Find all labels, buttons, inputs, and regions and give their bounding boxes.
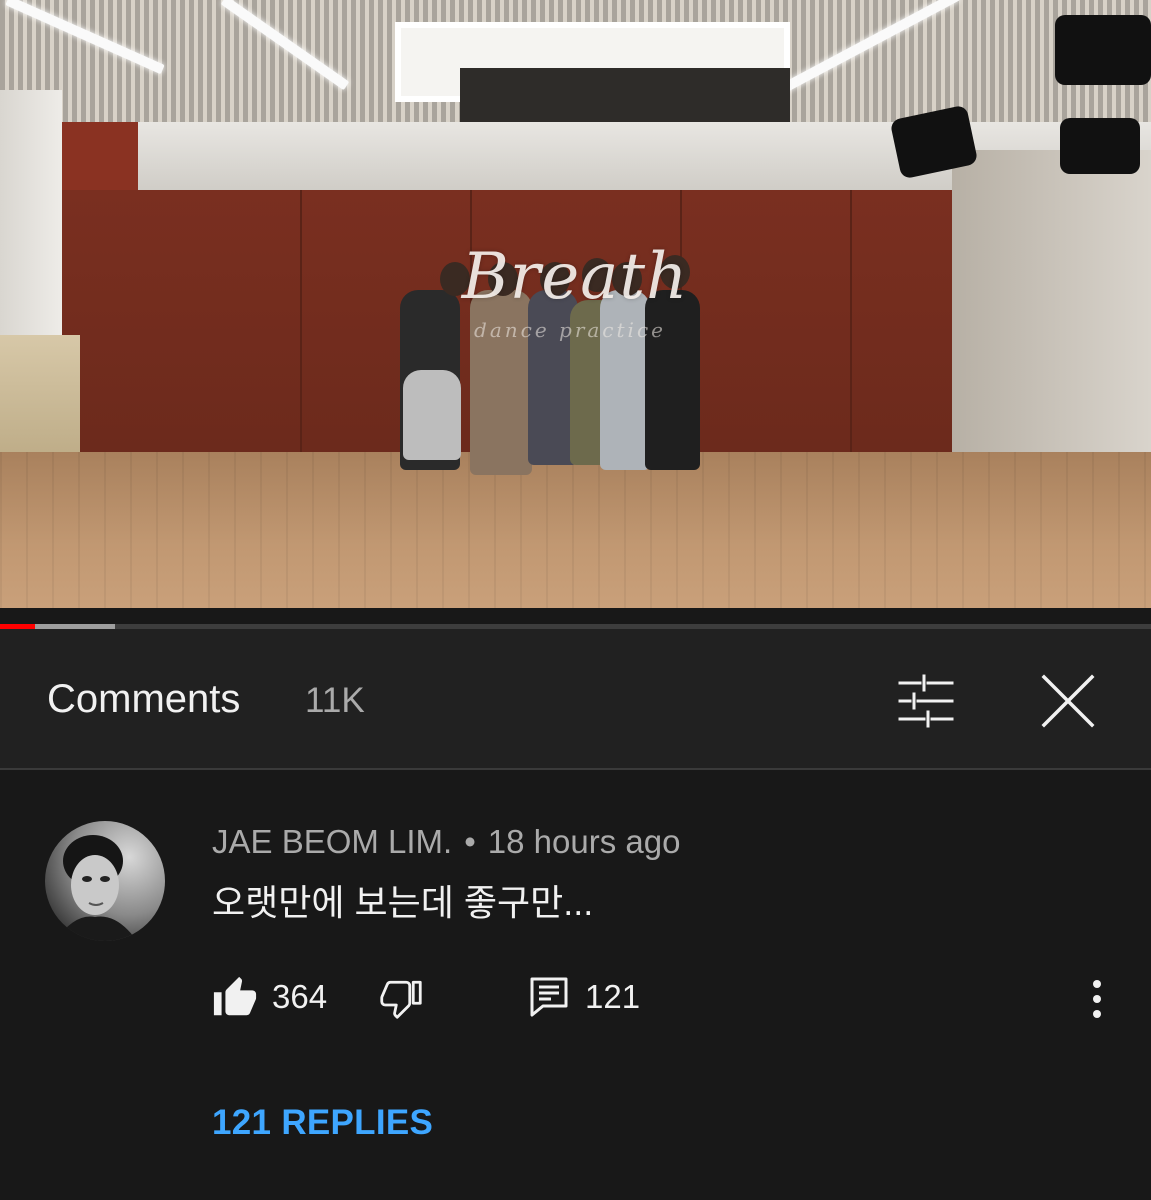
comment-author[interactable]: JAE BEOM LIM. (212, 823, 452, 860)
comments-count: 11K (305, 681, 365, 720)
like-button[interactable] (212, 975, 258, 1021)
video-wall-panel-line (300, 190, 302, 452)
thumbs-down-icon (380, 980, 422, 1019)
video-speaker (1060, 118, 1140, 174)
video-ceiling-panel-inner (460, 68, 790, 126)
avatar[interactable] (45, 821, 165, 941)
avatar-image (45, 821, 165, 941)
dislike-button[interactable] (380, 977, 422, 1019)
like-count: 364 (272, 978, 328, 1015)
comment-item: JAE BEOM LIM. • 18 hours ago 오랫만에 보는데 좋구만.… (0, 771, 1151, 1200)
video-overlay-subtitle: dance practice (474, 318, 666, 342)
video-overlay-title: Breath (461, 240, 689, 314)
comment-meta-separator: • (464, 823, 476, 860)
video-dancer-legs (403, 370, 461, 460)
comments-header: Comments 11K (0, 629, 1151, 770)
video-wall-panel-line (850, 190, 852, 452)
close-icon (1041, 674, 1095, 728)
comment-meta: JAE BEOM LIM. • 18 hours ago (212, 823, 680, 861)
video-dancer (645, 290, 700, 470)
sort-filter-icon (898, 674, 954, 728)
video-speaker (1055, 15, 1151, 85)
more-vertical-icon (1093, 980, 1101, 1018)
reply-button[interactable] (529, 976, 569, 1018)
sort-comments-button[interactable] (890, 671, 962, 731)
thumbs-up-filled-icon (213, 976, 257, 1016)
video-floor-lines (0, 452, 1151, 608)
reply-comment-icon (530, 977, 568, 1017)
comments-title: Comments (47, 677, 241, 721)
video-wall-mirror (952, 150, 1151, 460)
comment-text: 오랫만에 보는데 좋구만... (212, 882, 594, 923)
video-dancer (600, 290, 650, 470)
comment-timestamp[interactable]: 18 hours ago (488, 823, 681, 860)
more-actions-button[interactable] (1082, 976, 1112, 1022)
view-replies-link[interactable]: 121 REPLIES (212, 1103, 433, 1143)
video-player[interactable]: Breath dance practice (0, 0, 1151, 608)
close-comments-button[interactable] (1034, 667, 1102, 735)
reply-count: 121 (585, 978, 641, 1015)
